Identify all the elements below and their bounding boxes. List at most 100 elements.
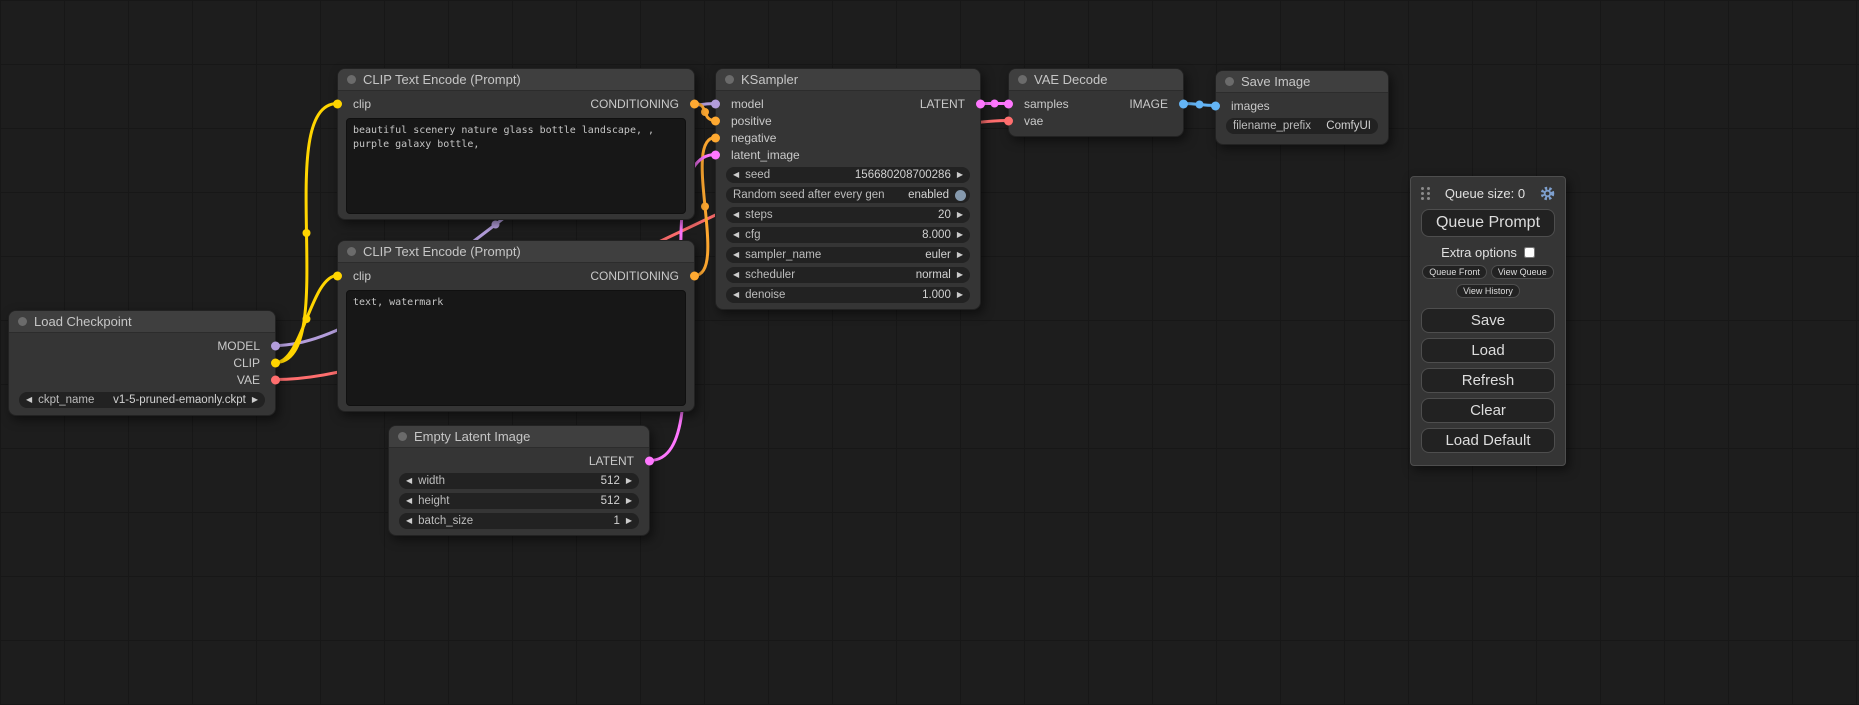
decrement-arrow-icon[interactable]: ◀ — [733, 271, 739, 279]
node-title-bar[interactable]: Load Checkpoint — [9, 311, 275, 333]
filename-prefix-widget[interactable]: filename_prefix ComfyUI — [1226, 118, 1378, 134]
latent-output-label: LATENT — [589, 454, 634, 468]
samples-input-port[interactable] — [1004, 99, 1013, 108]
node-vae-decode[interactable]: VAE Decode samples IMAGE vae — [1008, 68, 1184, 137]
decrement-arrow-icon[interactable]: ◀ — [733, 211, 739, 219]
negative-input-port[interactable] — [711, 133, 720, 142]
decrement-arrow-icon[interactable]: ◀ — [406, 477, 412, 485]
node-ksampler[interactable]: KSampler model LATENT positive negative … — [715, 68, 981, 310]
save-button[interactable]: Save — [1421, 308, 1555, 333]
height-widget[interactable]: ◀ height 512 ▶ — [399, 493, 639, 509]
positive-input-label: positive — [731, 114, 772, 128]
load-button[interactable]: Load — [1421, 338, 1555, 363]
seed-widget[interactable]: ◀ seed 156680208700286 ▶ — [726, 167, 970, 183]
extra-options-label: Extra options — [1441, 245, 1517, 260]
node-title: Load Checkpoint — [34, 314, 132, 329]
increment-arrow-icon[interactable]: ▶ — [957, 251, 963, 259]
collapse-dot-icon[interactable] — [1018, 75, 1027, 84]
view-history-button[interactable]: View History — [1456, 284, 1520, 298]
increment-arrow-icon[interactable]: ▶ — [957, 211, 963, 219]
clip-input-port[interactable] — [333, 271, 342, 280]
node-clip-text-encode-positive[interactable]: CLIP Text Encode (Prompt) clip CONDITION… — [337, 68, 695, 220]
decrement-arrow-icon[interactable]: ◀ — [733, 171, 739, 179]
node-title-bar[interactable]: Empty Latent Image — [389, 426, 649, 448]
collapse-dot-icon[interactable] — [18, 317, 27, 326]
collapse-dot-icon[interactable] — [725, 75, 734, 84]
steps-widget[interactable]: ◀ steps 20 ▶ — [726, 207, 970, 223]
graph-canvas[interactable]: Load Checkpoint MODEL CLIP VAE ◀ ckpt_na… — [0, 0, 1859, 705]
widget-label: steps — [745, 209, 773, 221]
denoise-widget[interactable]: ◀ denoise 1.000 ▶ — [726, 287, 970, 303]
increment-arrow-icon[interactable]: ▶ — [626, 477, 632, 485]
clip-output-port[interactable] — [271, 358, 280, 367]
collapse-dot-icon[interactable] — [398, 432, 407, 441]
toggle-knob[interactable] — [955, 190, 966, 201]
increment-arrow-icon[interactable]: ▶ — [957, 171, 963, 179]
negative-input-label: negative — [731, 131, 776, 145]
view-queue-button[interactable]: View Queue — [1491, 265, 1554, 279]
increment-arrow-icon[interactable]: ▶ — [957, 291, 963, 299]
decrement-arrow-icon[interactable]: ◀ — [733, 251, 739, 259]
settings-gear-icon[interactable] — [1540, 186, 1555, 201]
increment-arrow-icon[interactable]: ▶ — [957, 231, 963, 239]
positive-input-port[interactable] — [711, 116, 720, 125]
node-save-image[interactable]: Save Image images filename_prefix ComfyU… — [1215, 70, 1389, 145]
images-input-port[interactable] — [1211, 101, 1220, 110]
conditioning-output-port[interactable] — [690, 271, 699, 280]
node-title-bar[interactable]: CLIP Text Encode (Prompt) — [338, 241, 694, 263]
widget-label: denoise — [745, 289, 785, 301]
node-title-bar[interactable]: VAE Decode — [1009, 69, 1183, 91]
node-load-checkpoint[interactable]: Load Checkpoint MODEL CLIP VAE ◀ ckpt_na… — [8, 310, 276, 416]
width-widget[interactable]: ◀ width 512 ▶ — [399, 473, 639, 489]
node-title-bar[interactable]: Save Image — [1216, 71, 1388, 93]
queue-front-button[interactable]: Queue Front — [1422, 265, 1487, 279]
image-output-port[interactable] — [1179, 99, 1188, 108]
latent-output-port[interactable] — [976, 99, 985, 108]
positive-prompt-textarea[interactable]: beautiful scenery nature glass bottle la… — [346, 118, 686, 214]
decrement-arrow-icon[interactable]: ◀ — [26, 396, 32, 404]
images-input-label: images — [1231, 99, 1270, 113]
node-clip-text-encode-negative[interactable]: CLIP Text Encode (Prompt) clip CONDITION… — [337, 240, 695, 412]
latent-image-input-label: latent_image — [731, 148, 800, 162]
increment-arrow-icon[interactable]: ▶ — [957, 271, 963, 279]
decrement-arrow-icon[interactable]: ◀ — [733, 231, 739, 239]
slot-row: images — [1216, 97, 1388, 114]
batch-size-widget[interactable]: ◀ batch_size 1 ▶ — [399, 513, 639, 529]
sampler-name-widget[interactable]: ◀ sampler_name euler ▶ — [726, 247, 970, 263]
collapse-dot-icon[interactable] — [1225, 77, 1234, 86]
decrement-arrow-icon[interactable]: ◀ — [406, 517, 412, 525]
node-title-bar[interactable]: CLIP Text Encode (Prompt) — [338, 69, 694, 91]
scheduler-widget[interactable]: ◀ scheduler normal ▶ — [726, 267, 970, 283]
ckpt-name-widget[interactable]: ◀ ckpt_name v1-5-pruned-emaonly.ckpt ▶ — [19, 392, 265, 408]
cfg-widget[interactable]: ◀ cfg 8.000 ▶ — [726, 227, 970, 243]
collapse-dot-icon[interactable] — [347, 247, 356, 256]
queue-prompt-button[interactable]: Queue Prompt — [1421, 209, 1555, 237]
clear-button[interactable]: Clear — [1421, 398, 1555, 423]
vae-input-port[interactable] — [1004, 116, 1013, 125]
increment-arrow-icon[interactable]: ▶ — [626, 497, 632, 505]
widget-value: 512 — [601, 475, 620, 487]
increment-arrow-icon[interactable]: ▶ — [626, 517, 632, 525]
latent-image-input-port[interactable] — [711, 150, 720, 159]
refresh-button[interactable]: Refresh — [1421, 368, 1555, 393]
decrement-arrow-icon[interactable]: ◀ — [733, 291, 739, 299]
node-empty-latent-image[interactable]: Empty Latent Image LATENT ◀ width 512 ▶ … — [388, 425, 650, 536]
node-title-bar[interactable]: KSampler — [716, 69, 980, 91]
increment-arrow-icon[interactable]: ▶ — [252, 396, 258, 404]
node-title: Empty Latent Image — [414, 429, 530, 444]
clip-input-port[interactable] — [333, 99, 342, 108]
load-default-button[interactable]: Load Default — [1421, 428, 1555, 453]
widget-label: sampler_name — [745, 249, 821, 261]
collapse-dot-icon[interactable] — [347, 75, 356, 84]
random-seed-toggle-widget[interactable]: Random seed after every gen enabled — [726, 187, 970, 203]
model-output-port[interactable] — [271, 341, 280, 350]
latent-output-port[interactable] — [645, 456, 654, 465]
vae-output-port[interactable] — [271, 375, 280, 384]
node-title: CLIP Text Encode (Prompt) — [363, 72, 521, 87]
drag-handle-icon[interactable] — [1421, 187, 1430, 200]
model-input-port[interactable] — [711, 99, 720, 108]
decrement-arrow-icon[interactable]: ◀ — [406, 497, 412, 505]
negative-prompt-textarea[interactable]: text, watermark — [346, 290, 686, 406]
conditioning-output-port[interactable] — [690, 99, 699, 108]
extra-options-checkbox[interactable] — [1524, 247, 1535, 258]
